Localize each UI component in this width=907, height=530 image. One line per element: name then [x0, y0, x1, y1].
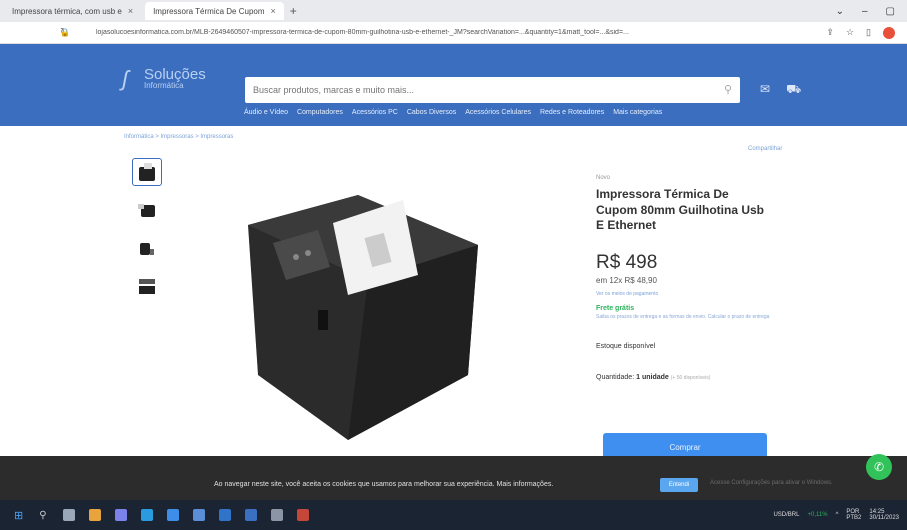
- shipping-note[interactable]: Saiba os prazos de entrega e as formas d…: [596, 314, 771, 322]
- tab-title: Impressora térmica, com usb e: [12, 6, 122, 16]
- mail-icon[interactable]: ✉: [760, 82, 770, 98]
- logo-subtitle: Informática: [144, 81, 184, 90]
- new-tab-icon[interactable]: +: [290, 4, 297, 18]
- sidebar-icon[interactable]: ▯: [866, 27, 871, 38]
- search-input[interactable]: [245, 77, 705, 103]
- chrome-icon[interactable]: [166, 509, 179, 521]
- payment-methods-link[interactable]: Ver os meios de pagamento: [596, 291, 776, 297]
- windows-taskbar: ⊞ ⚲ USD/BRL +0,11% ^ POR PTB2 14:25 30/1…: [0, 500, 907, 530]
- clock-date: 30/11/2023: [869, 515, 899, 521]
- browser-tab-2[interactable]: Impressora Térmica De Cupom ×: [145, 2, 284, 20]
- thumbnail[interactable]: [132, 196, 162, 224]
- close-tab-icon[interactable]: ×: [271, 6, 276, 16]
- product-condition: Novo: [596, 175, 611, 181]
- product-price: R$ 498: [596, 251, 658, 273]
- stock-ticker[interactable]: USD/BRL: [773, 512, 799, 518]
- share-link[interactable]: Compartilhar: [748, 146, 782, 152]
- mail-app-icon[interactable]: [218, 509, 231, 521]
- minimize-icon[interactable]: –: [862, 6, 868, 17]
- category-nav: Áudio e Vídeo Computadores Acessórios PC…: [244, 109, 662, 116]
- nav-buttons: ↻: [0, 27, 68, 38]
- clock[interactable]: 14:25 30/11/2023: [869, 509, 899, 521]
- system-tray: USD/BRL +0,11% ^ POR PTB2 14:25 30/11/20…: [773, 509, 899, 521]
- chevron-up-icon[interactable]: ^: [836, 512, 839, 518]
- installments: em 12x R$ 48,90: [596, 275, 657, 285]
- lang-indicator[interactable]: POR PTB2: [846, 509, 861, 521]
- task-view-icon[interactable]: [62, 509, 75, 521]
- thermal-printer-image: [248, 195, 478, 440]
- product-info-panel: Novo Impressora Térmica De Cupom 80mm Gu…: [596, 175, 776, 381]
- category-item[interactable]: Computadores: [297, 109, 343, 116]
- explorer-icon[interactable]: [244, 509, 257, 521]
- lock-icon[interactable]: 🔒: [60, 28, 70, 37]
- stock-change: +0,11%: [807, 512, 828, 518]
- maximize-icon[interactable]: ▢: [886, 6, 895, 17]
- windows-start-icon[interactable]: ⊞: [14, 509, 23, 522]
- whatsapp-icon[interactable]: ✆: [866, 454, 892, 480]
- store-icon[interactable]: [192, 509, 205, 521]
- breadcrumb[interactable]: Informática > Impressoras > Impressoras: [124, 134, 233, 140]
- cookie-banner: Ao navegar neste site, você aceita os co…: [0, 456, 907, 500]
- taskbar-apps: [62, 509, 309, 521]
- keyboard-layout: PTB2: [846, 515, 862, 521]
- product-thumbnails: [132, 158, 162, 300]
- thumbnail[interactable]: [132, 158, 162, 186]
- logo-mark-icon: ʃ: [122, 66, 129, 91]
- tab-title: Impressora Térmica De Cupom: [153, 6, 265, 16]
- quantity-value[interactable]: 1 unidade: [636, 374, 669, 381]
- windows-activation-text: Acesse Configurações para ativar o Windo…: [710, 480, 833, 486]
- category-item[interactable]: Acessórios Celulares: [465, 109, 531, 116]
- app-icon[interactable]: [296, 509, 309, 521]
- quantity-available: (+ 50 disponíveis): [670, 375, 711, 382]
- cookie-accept-button[interactable]: Entendi: [660, 478, 698, 492]
- teams-icon[interactable]: [114, 509, 127, 521]
- search-icon[interactable]: ⚲: [724, 83, 732, 96]
- edge-icon[interactable]: [140, 509, 153, 521]
- search-icon[interactable]: ⚲: [39, 510, 46, 521]
- close-tab-icon[interactable]: ×: [128, 6, 133, 16]
- widgets-icon[interactable]: [88, 509, 101, 521]
- profile-avatar[interactable]: [883, 26, 895, 39]
- cart-icon[interactable]: ⛟: [786, 82, 801, 98]
- site-header: ʃ Soluções Informática ⚲ ✉ ⛟ Áudio e Víd…: [0, 44, 907, 126]
- header-icons: ✉ ⛟: [760, 82, 801, 98]
- printer-thumb-icon: [138, 204, 155, 217]
- free-shipping-label: Frete grátis: [596, 304, 635, 312]
- browser-tab-1[interactable]: Impressora térmica, com usb e ×: [4, 2, 141, 20]
- browser-tab-strip: Impressora térmica, com usb e × Impresso…: [0, 0, 907, 22]
- quantity-selector[interactable]: Quantidade: 1 unidade (+ 50 disponíveis): [596, 374, 776, 381]
- printer-thumb-icon: [140, 243, 154, 255]
- product-title: Impressora Térmica De Cupom 80mm Guilhot…: [596, 187, 765, 233]
- address-bar: ↻ 🔒 lojasolucoesinformatica.com.br/MLB-2…: [0, 22, 907, 44]
- cookie-text: Ao navegar neste site, você aceita os co…: [214, 481, 554, 488]
- category-item[interactable]: Cabos Diversos: [407, 109, 456, 116]
- url-field[interactable]: lojasolucoesinformatica.com.br/MLB-26494…: [96, 29, 814, 36]
- share-icon[interactable]: ⇪: [826, 27, 834, 38]
- quantity-label: Quantidade:: [596, 374, 635, 382]
- thumbnail[interactable]: [132, 272, 162, 300]
- search-box: ⚲: [245, 77, 740, 103]
- product-main-image[interactable]: [238, 185, 488, 445]
- printer-thumb-icon: [139, 163, 155, 181]
- address-bar-actions: ⇪ ☆ ▯: [814, 26, 907, 39]
- settings-icon[interactable]: [270, 509, 283, 521]
- star-icon[interactable]: ☆: [846, 27, 854, 38]
- printer-thumb-icon: [139, 279, 155, 294]
- chevron-down-icon[interactable]: ⌄: [836, 6, 844, 17]
- category-item[interactable]: Redes e Roteadores: [540, 109, 604, 116]
- window-controls: ⌄ – ▢: [836, 6, 907, 17]
- category-item[interactable]: Áudio e Vídeo: [244, 109, 288, 116]
- category-item[interactable]: Mais categorias: [613, 109, 662, 116]
- thumbnail[interactable]: [132, 234, 162, 262]
- category-item[interactable]: Acessórios PC: [352, 109, 398, 116]
- stock-status: Estoque disponível: [596, 343, 656, 351]
